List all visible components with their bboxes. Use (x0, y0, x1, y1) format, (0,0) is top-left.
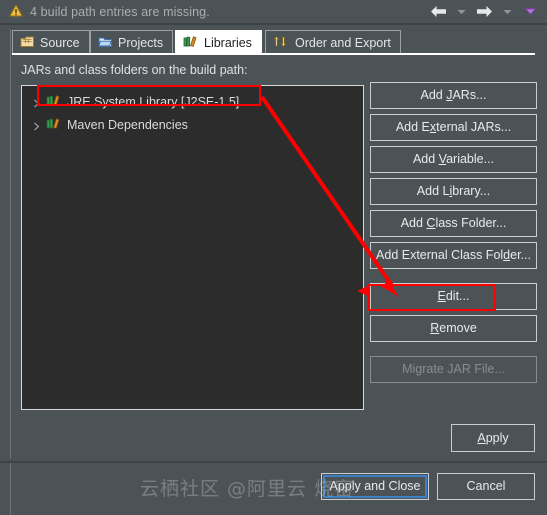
forward-button[interactable] (473, 2, 495, 22)
build-path-tree[interactable]: JRE System Library [J2SE-1.5] Maven Depe… (21, 85, 364, 410)
add-variable-button[interactable]: Add Variable... (370, 146, 537, 173)
add-external-jars-button[interactable]: Add External JARs... (370, 114, 537, 141)
tab-label: Order and Export (295, 35, 391, 50)
tab-source[interactable]: Source (12, 30, 90, 54)
button-label-rest: lass Folder... (435, 216, 507, 230)
status-bar: 4 build path entries are missing. (0, 0, 547, 23)
forward-history-dropdown[interactable] (496, 2, 518, 22)
order-arrows-icon (273, 35, 290, 51)
list-label: JARs and class folders on the build path… (21, 63, 248, 77)
status-message: 4 build path entries are missing. (30, 4, 210, 19)
tab-label: Libraries (204, 35, 252, 50)
apply-row: Apply (12, 420, 547, 458)
cancel-button[interactable]: Cancel (437, 473, 535, 500)
mnemonic: V (438, 152, 447, 166)
button-label-rest: brary... (452, 184, 491, 198)
migrate-jar-file-button: Migrate JAR File... (370, 356, 537, 383)
dialog-footer: Apply and Close Cancel (0, 461, 547, 515)
add-jars-button[interactable]: Add JARs... (370, 82, 537, 109)
chevron-right-icon[interactable] (32, 120, 41, 131)
back-button[interactable] (427, 2, 449, 22)
tab-order-and-export[interactable]: Order and Export (265, 30, 401, 54)
apply-button[interactable]: Apply (451, 424, 535, 452)
library-books-icon (46, 94, 62, 110)
library-books-icon (183, 35, 199, 51)
button-label-rest: er... (510, 248, 531, 262)
tree-item-jre-system-library[interactable]: JRE System Library [J2SE-1.5] (22, 91, 363, 112)
mnemonic: A (477, 431, 486, 445)
button-label-rest: emove (439, 321, 477, 335)
button-label-rest: ternal JARs... (436, 120, 512, 134)
button-label-rest: pply (485, 431, 509, 445)
add-class-folder-button[interactable]: Add Class Folder... (370, 210, 537, 237)
back-history-dropdown[interactable] (450, 2, 472, 22)
chevron-right-icon[interactable] (32, 97, 41, 108)
navigation-buttons (427, 0, 541, 23)
edit-button[interactable]: Edit... (370, 283, 537, 310)
add-library-button[interactable]: Add Library... (370, 178, 537, 205)
tab-projects[interactable]: Projects (90, 30, 174, 54)
tab-libraries[interactable]: Libraries (175, 30, 262, 54)
tree-item-label: JRE System Library [J2SE-1.5] (67, 94, 240, 109)
add-external-class-folder-button[interactable]: Add External Class Folder... (370, 242, 537, 269)
library-books-icon (46, 117, 62, 133)
tree-item-label: Maven Dependencies (67, 117, 188, 132)
button-label-rest: ARs... (452, 88, 487, 102)
apply-and-close-button[interactable]: Apply and Close (321, 473, 429, 500)
tab-label: Source (40, 35, 80, 50)
project-folder-icon (98, 35, 113, 51)
tab-strip: Source Projects Libraries Order and Expo… (12, 30, 547, 54)
button-label-rest: dit... (445, 289, 470, 303)
mnemonic: R (430, 321, 440, 335)
mnemonic: E (437, 289, 446, 303)
tree-item-maven-dependencies[interactable]: Maven Dependencies (22, 114, 363, 135)
button-label-rest: ariable... (446, 152, 495, 166)
remove-button[interactable]: Remove (370, 315, 537, 342)
warning-triangle-icon (9, 4, 23, 20)
source-folder-icon (20, 35, 35, 51)
triangle-down-icon[interactable] (519, 2, 541, 22)
library-action-buttons: Add JARs... Add External JARs... Add Var… (370, 82, 538, 388)
tab-label: Projects (118, 35, 164, 50)
